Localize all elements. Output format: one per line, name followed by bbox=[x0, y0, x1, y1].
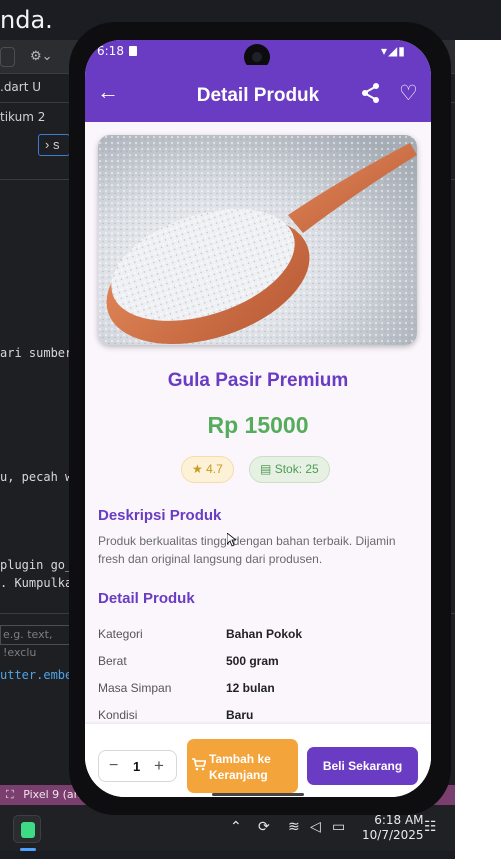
mouse-cursor-icon bbox=[227, 533, 236, 547]
product-description: Produk berkualitas tinggi dengan bahan t… bbox=[98, 534, 396, 566]
editor-tab-file[interactable]: .dart U bbox=[0, 80, 41, 94]
stock-value: Stok: 25 bbox=[274, 462, 319, 476]
chevron-up-icon[interactable]: ⌃ bbox=[230, 819, 242, 835]
camera-lens bbox=[252, 52, 262, 62]
code-line: . Kumpulka bbox=[0, 576, 73, 590]
detail-label: Kondisi bbox=[98, 708, 138, 722]
detail-value: 500 gram bbox=[226, 654, 279, 668]
clock-time: 6:18 AM bbox=[374, 813, 424, 827]
signal-battery-icon: ▾◢▮ bbox=[381, 44, 406, 58]
minus-icon[interactable]: − bbox=[109, 757, 118, 775]
code-line: utter.embe bbox=[0, 668, 73, 682]
toolbar-box[interactable] bbox=[0, 47, 15, 67]
product-price: Rp 15000 bbox=[207, 412, 309, 438]
detail-value: Bahan Pokok bbox=[226, 627, 303, 641]
app-glyph bbox=[21, 822, 35, 838]
app-bar: ← Detail Produk ♡ bbox=[85, 65, 431, 122]
share-icon[interactable] bbox=[360, 82, 382, 104]
gesture-bar[interactable] bbox=[212, 793, 304, 796]
add-to-cart-label: Tambah ke Keranjang bbox=[209, 752, 271, 782]
desktop: nda. ⚙⌄ .dart U tikum 2 › s ari sumber u… bbox=[0, 0, 501, 859]
stock-icon: ▤ bbox=[260, 462, 272, 476]
chevron-right-icon: › bbox=[45, 137, 50, 152]
code-line: u, pecah w bbox=[0, 470, 73, 484]
buy-now-button[interactable]: Beli Sekarang bbox=[307, 747, 418, 785]
wifi-icon[interactable]: ≋ bbox=[288, 819, 300, 835]
sugar-spoon-illustration bbox=[98, 135, 417, 345]
editor-tab-praktikum[interactable]: tikum 2 bbox=[0, 110, 45, 124]
sync-icon[interactable]: ⟳ bbox=[258, 819, 270, 835]
android-studio-app-icon[interactable] bbox=[13, 815, 41, 851]
breadcrumb-chevron[interactable]: › s bbox=[38, 134, 70, 156]
notification-icon[interactable]: ☷ bbox=[424, 819, 437, 835]
star-icon: ★ bbox=[192, 462, 203, 476]
active-indicator bbox=[20, 848, 36, 851]
quantity-value: 1 bbox=[133, 759, 141, 774]
sim-icon bbox=[129, 46, 137, 56]
breadcrumb-label: s bbox=[52, 137, 60, 152]
code-line: plugin go_ bbox=[0, 558, 73, 572]
plus-icon[interactable]: + bbox=[154, 756, 164, 776]
detail-value: Baru bbox=[226, 708, 254, 722]
background-edge bbox=[455, 40, 501, 859]
quantity-stepper: − 1 + bbox=[98, 750, 177, 782]
details-heading: Detail Produk bbox=[98, 590, 195, 607]
battery-icon[interactable]: ▭ bbox=[332, 819, 345, 835]
stock-badge: ▤ Stok: 25 bbox=[249, 456, 330, 483]
bottom-action-bar: − 1 + Tambah ke Keranjang Beli Sekarang bbox=[85, 724, 431, 797]
product-image bbox=[98, 135, 417, 345]
volume-icon[interactable]: ◁ bbox=[310, 819, 321, 835]
run-config-icon[interactable]: ⚙⌄ bbox=[30, 48, 53, 64]
phone-screen: 6:18 ▾◢▮ ← Detail Produk ♡ Gula Pasir Pr… bbox=[85, 40, 431, 797]
search-input[interactable]: e.g. text, !exclu bbox=[0, 625, 80, 659]
rating-badge: ★ 4.7 bbox=[181, 456, 234, 483]
device-icon: ⛶ bbox=[6, 788, 14, 801]
cart-icon bbox=[192, 758, 206, 771]
clock-date: 10/7/2025 bbox=[362, 828, 424, 842]
detail-label: Kategori bbox=[98, 627, 143, 641]
description-heading: Deskripsi Produk bbox=[98, 507, 222, 524]
status-time: 6:18 bbox=[97, 44, 124, 58]
detail-label: Masa Simpan bbox=[98, 681, 172, 695]
rating-value: 4.7 bbox=[206, 462, 223, 476]
detail-label: Berat bbox=[98, 654, 127, 668]
code-line: ari sumber bbox=[0, 346, 73, 360]
system-clock[interactable]: 6:18 AM 10/7/2025 bbox=[362, 813, 424, 843]
detail-value: 12 bulan bbox=[226, 681, 275, 695]
add-to-cart-button[interactable]: Tambah ke Keranjang bbox=[187, 739, 298, 793]
heart-icon[interactable]: ♡ bbox=[399, 81, 418, 106]
product-name: Gula Pasir Premium bbox=[167, 370, 349, 391]
